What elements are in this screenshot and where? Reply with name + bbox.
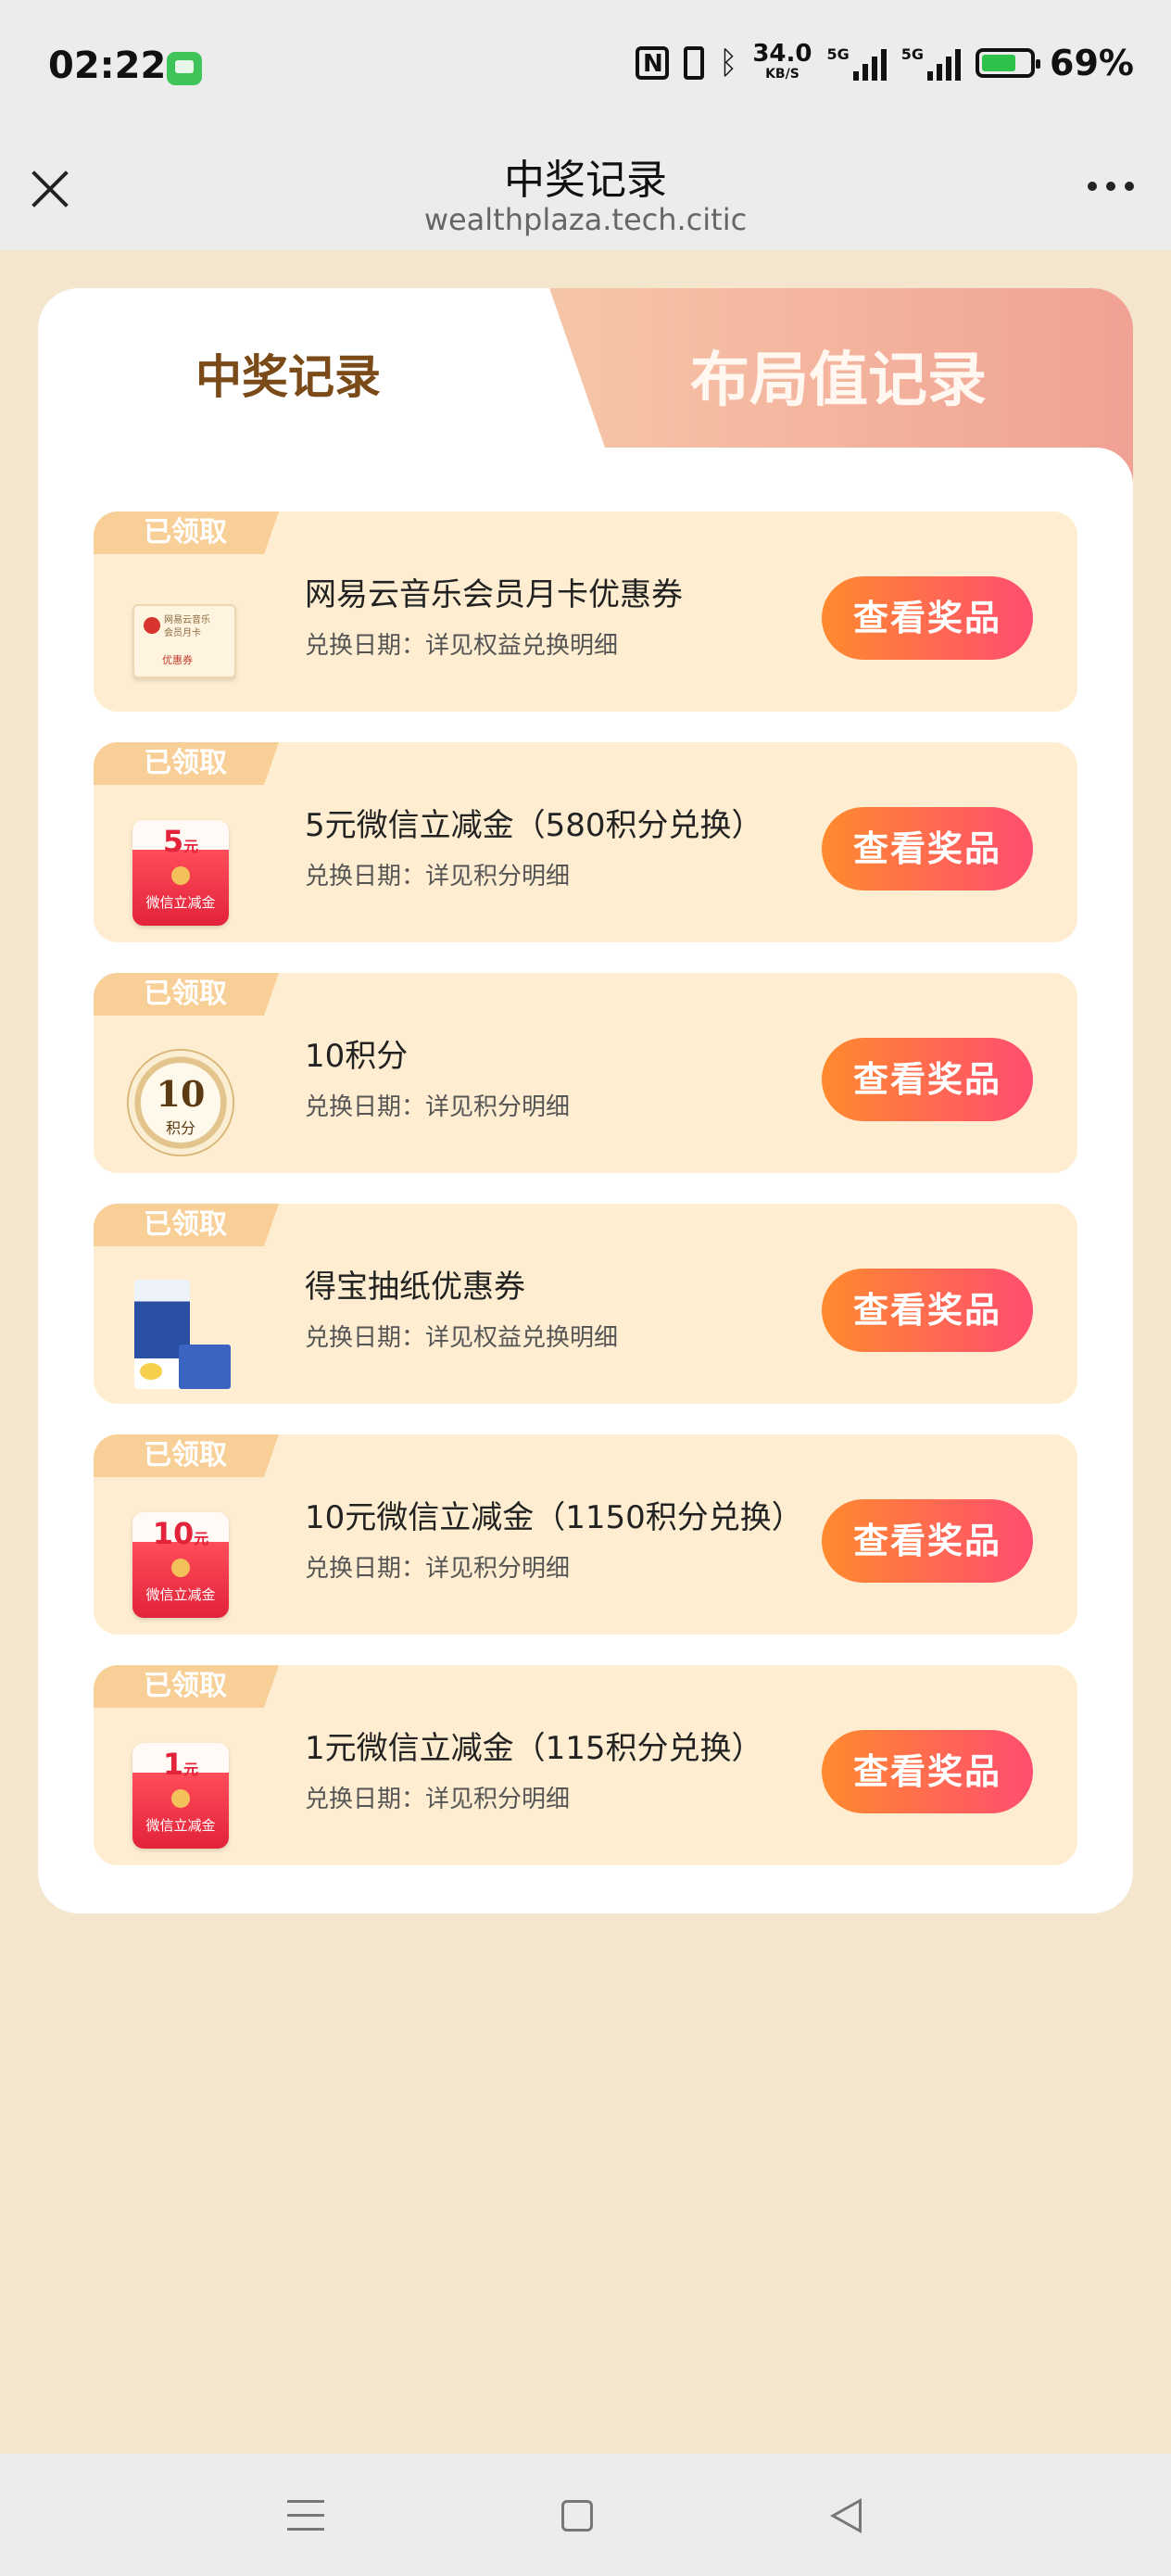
more-options-icon[interactable]	[1088, 182, 1134, 191]
coupon-card-image: 网易云音乐 会员月卡 优惠券	[132, 604, 236, 678]
red-envelope-icon: 1元 微信立减金	[132, 1743, 229, 1849]
page-title: 中奖记录	[504, 157, 667, 204]
envelope-amount-value: 10	[152, 1516, 195, 1551]
envelope-label: 微信立减金	[145, 1586, 216, 1603]
medal-unit: 积分	[165, 1119, 195, 1137]
prize-title: 得宝抽纸优惠券	[305, 1269, 525, 1306]
view-prize-button[interactable]: 查看奖品	[822, 1499, 1033, 1583]
envelope-amount: 5元	[132, 824, 229, 859]
music-coupon-thumbnail: 网易云音乐 会员月卡 优惠券	[127, 587, 238, 699]
network-speed-value: 34.0	[752, 40, 812, 68]
prize-title: 5元微信立减金（580积分兑换）	[305, 807, 763, 844]
system-nav-bar	[0, 2454, 1171, 2576]
red-envelope-thumbnail: 5元 微信立减金	[127, 818, 238, 929]
thumb-line1: 网易云音乐	[164, 615, 210, 625]
prize-date: 兑换日期：详见积分明细	[305, 1093, 571, 1121]
prize-title: 10积分	[305, 1038, 409, 1075]
coin-icon	[171, 1789, 190, 1808]
battery-icon	[976, 48, 1041, 78]
prize-row: 已领取 10元 微信立减金 10元微信立减金（1150积分兑换） 兑换日期：详见…	[94, 1434, 1077, 1635]
music-logo-icon	[144, 617, 160, 634]
message-app-icon	[167, 52, 202, 85]
envelope-amount-unit: 元	[183, 838, 199, 855]
prize-row: 已领取 5元 微信立减金 5元微信立减金（580积分兑换） 兑换日期：详见积分明…	[94, 742, 1077, 942]
envelope-label: 微信立减金	[145, 894, 216, 911]
prize-title: 10元微信立减金（1150积分兑换）	[305, 1499, 803, 1536]
claimed-badge: 已领取	[94, 1665, 279, 1708]
red-envelope-icon: 5元 微信立减金	[132, 820, 229, 926]
points-medal-icon: 10 积分	[127, 1049, 234, 1156]
prize-date: 兑换日期：详见权益兑换明细	[305, 632, 619, 660]
prize-title: 网易云音乐会员月卡优惠券	[305, 576, 683, 613]
claimed-badge: 已领取	[94, 1434, 279, 1477]
records-card: 中奖记录 布局值记录 已领取 网易云音乐 会员月卡 优惠券 网易云音乐会员月卡优…	[38, 288, 1133, 1913]
tab-prize-records[interactable]: 中奖记录	[195, 340, 381, 407]
envelope-amount-unit: 元	[183, 1761, 199, 1778]
coin-icon	[171, 1559, 190, 1577]
network-speed: 34.0 KB/S	[752, 42, 812, 82]
prize-date: 兑换日期：详见积分明细	[305, 1555, 571, 1583]
view-prize-button[interactable]: 查看奖品	[822, 807, 1033, 890]
envelope-amount-value: 5	[162, 824, 184, 859]
red-envelope-thumbnail: 1元 微信立减金	[127, 1741, 238, 1852]
prize-date: 兑换日期：详见权益兑换明细	[305, 1324, 619, 1352]
prize-row: 已领取 10 积分 10积分 兑换日期：详见积分明细 查看奖品	[94, 973, 1077, 1173]
view-prize-button[interactable]: 查看奖品	[822, 576, 1033, 660]
home-icon[interactable]	[561, 2500, 593, 2532]
view-prize-button[interactable]: 查看奖品	[822, 1730, 1033, 1813]
menu-icon[interactable]	[287, 2500, 324, 2532]
status-bar: 02:22 ᛒ 34.0 KB/S 5G 5G 69%	[0, 0, 1171, 139]
page-url: wealthplaza.tech.citic	[423, 202, 748, 237]
prize-row: 已领取 网易云音乐 会员月卡 优惠券 网易云音乐会员月卡优惠券 兑换日期：详见权…	[94, 511, 1077, 712]
claimed-badge: 已领取	[94, 973, 279, 1016]
medal-amount: 10	[156, 1073, 206, 1115]
red-envelope-icon: 10元 微信立减金	[132, 1512, 229, 1618]
thumb-line3: 优惠券	[162, 654, 193, 666]
coin-icon	[171, 866, 190, 885]
prize-title: 1元微信立减金（115积分兑换）	[305, 1730, 763, 1767]
status-icons: ᛒ 34.0 KB/S 5G 5G 69%	[635, 42, 1134, 83]
bluetooth-icon: ᛒ	[718, 44, 738, 82]
prize-date: 兑换日期：详见积分明细	[305, 1786, 571, 1813]
sim1-label: 5G	[826, 45, 850, 63]
status-time: 02:22	[48, 44, 167, 87]
nfc-icon	[635, 46, 669, 82]
claimed-badge: 已领取	[94, 742, 279, 785]
battery-fill	[982, 55, 1015, 71]
thumb-line2: 会员月卡	[164, 628, 201, 638]
envelope-label: 微信立减金	[145, 1817, 216, 1834]
red-envelope-thumbnail: 10元 微信立减金	[127, 1510, 238, 1622]
tissue-pack-image	[134, 1280, 231, 1391]
envelope-amount-value: 1	[162, 1747, 184, 1782]
view-prize-button[interactable]: 查看奖品	[822, 1269, 1033, 1352]
back-icon[interactable]	[830, 2498, 862, 2533]
envelope-amount: 1元	[132, 1747, 229, 1782]
tissue-coupon-thumbnail	[127, 1280, 238, 1391]
tab-corner-decoration	[1096, 448, 1133, 485]
claimed-badge: 已领取	[94, 511, 279, 554]
envelope-amount: 10元	[132, 1516, 229, 1551]
tab-layout-value-records-label[interactable]: 布局值记录	[690, 333, 987, 418]
signal-icon-sim1: 5G	[827, 45, 887, 81]
vibrate-icon	[683, 46, 704, 80]
envelope-amount-unit: 元	[194, 1530, 209, 1547]
points-medal-thumbnail: 10 积分	[127, 1049, 238, 1160]
sim2-label: 5G	[900, 45, 925, 63]
battery-percent: 69%	[1050, 43, 1134, 83]
view-prize-button[interactable]: 查看奖品	[822, 1038, 1033, 1121]
claimed-badge: 已领取	[94, 1204, 279, 1246]
prize-date: 兑换日期：详见积分明细	[305, 863, 571, 890]
network-speed-unit: KB/S	[765, 67, 800, 82]
prize-row: 已领取 得宝抽纸优惠券 兑换日期：详见权益兑换明细 查看奖品	[94, 1204, 1077, 1404]
prize-row: 已领取 1元 微信立减金 1元微信立减金（115积分兑换） 兑换日期：详见积分明…	[94, 1665, 1077, 1865]
signal-icon-sim2: 5G	[900, 45, 962, 81]
